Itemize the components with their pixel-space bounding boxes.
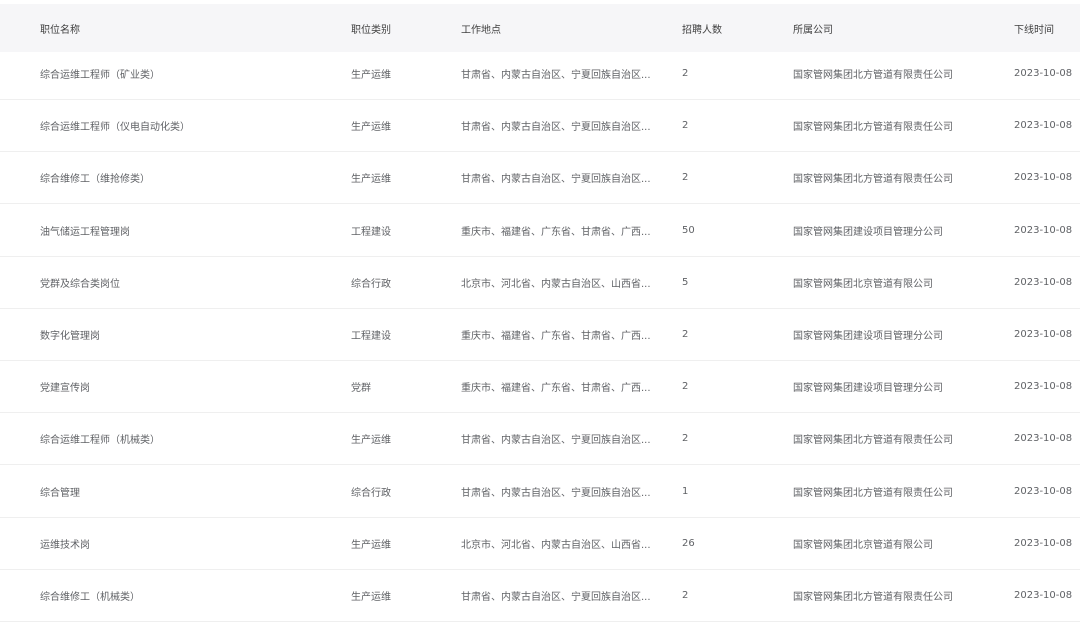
- header-headcount: 招聘人数: [682, 24, 722, 36]
- header-company: 所属公司: [793, 24, 833, 36]
- work-location-cell: 北京市、河北省、内蒙古自治区、山西省...: [461, 539, 651, 551]
- work-location-cell: 甘肃省、内蒙古自治区、宁夏回族自治区...: [461, 70, 651, 81]
- job-category-cell: 工程建设: [351, 226, 391, 238]
- offline-time-cell: 2023-10-08: [1014, 329, 1073, 340]
- headcount-cell: 2: [682, 590, 689, 601]
- headcount-cell: 2: [682, 433, 689, 445]
- header-job-name: 职位名称: [40, 24, 80, 36]
- company-cell: 国家管网集团北方管道有限责任公司: [793, 487, 953, 499]
- job-category-cell: 综合行政: [351, 487, 391, 499]
- table-row[interactable]: 综合运维工程师（机械类） 生产运维 甘肃省、内蒙古自治区、宁夏回族自治区... 2 国家…: [0, 413, 1080, 466]
- job-name-cell[interactable]: 综合管理: [40, 466, 330, 517]
- offline-time-cell: 2023-10-08: [1014, 172, 1073, 184]
- work-location-cell: 甘肃省、内蒙古自治区、宁夏回族自治区...: [461, 592, 651, 603]
- company-cell: 国家管网集团北方管道有限责任公司: [793, 70, 953, 81]
- table-row[interactable]: 综合维修工（维抢修类） 生产运维 甘肃省、内蒙古自治区、宁夏回族自治区... 2 国家管…: [0, 152, 1080, 205]
- company-cell: 国家管网集团北方管道有限责任公司: [793, 122, 953, 134]
- table-row[interactable]: 综合管理 综合行政 甘肃省、内蒙古自治区、宁夏回族自治区... 1 国家管网集团北方管道…: [0, 466, 1080, 518]
- table-row[interactable]: 运维技术岗 生产运维 北京市、河北省、内蒙古自治区、山西省... 26 国家管网集团北京…: [0, 518, 1080, 570]
- job-category-cell: 党群: [351, 383, 371, 395]
- work-location-cell: 甘肃省、内蒙古自治区、宁夏回族自治区...: [461, 487, 651, 499]
- table-row[interactable]: 党建宣传岗 党群 重庆市、福建省、广东省、甘肃省、广西... 2 国家管网集团建设项目管…: [0, 361, 1080, 414]
- job-name-cell[interactable]: 综合运维工程师（仪电自动化类）: [40, 100, 330, 151]
- headcount-cell: 2: [682, 68, 689, 79]
- job-table: 职位名称 职位类别 工作地点 招聘人数 所属公司 下线时间 综合运维工程师（矿业…: [0, 0, 1080, 622]
- job-category-cell: 生产运维: [351, 435, 391, 447]
- offline-time-cell: 2023-10-08: [1014, 120, 1073, 132]
- offline-time-cell: 2023-10-08: [1014, 68, 1073, 79]
- job-name-cell[interactable]: 党群及综合类岗位: [40, 257, 330, 308]
- header-work-location: 工作地点: [461, 24, 501, 36]
- table-row[interactable]: 党群及综合类岗位 综合行政 北京市、河北省、内蒙古自治区、山西省... 5 国家管网集团…: [0, 257, 1080, 309]
- headcount-cell: 2: [682, 172, 689, 184]
- work-location-cell: 重庆市、福建省、广东省、甘肃省、广西...: [461, 331, 651, 342]
- company-cell: 国家管网集团北方管道有限责任公司: [793, 174, 953, 186]
- header-offline-time: 下线时间: [1014, 24, 1054, 36]
- work-location-cell: 重庆市、福建省、广东省、甘肃省、广西...: [461, 383, 651, 395]
- headcount-cell: 50: [682, 224, 695, 236]
- offline-time-cell: 2023-10-08: [1014, 381, 1073, 393]
- company-cell: 国家管网集团北京管道有限公司: [793, 278, 933, 290]
- company-cell: 国家管网集团北京管道有限公司: [793, 539, 933, 551]
- headcount-cell: 2: [682, 329, 689, 340]
- offline-time-cell: 2023-10-08: [1014, 276, 1073, 288]
- job-category-cell: 综合行政: [351, 278, 391, 290]
- company-cell: 国家管网集团建设项目管理分公司: [793, 383, 943, 395]
- work-location-cell: 北京市、河北省、内蒙古自治区、山西省...: [461, 278, 651, 290]
- job-name-cell[interactable]: 党建宣传岗: [40, 361, 330, 412]
- offline-time-cell: 2023-10-08: [1014, 433, 1073, 445]
- work-location-cell: 甘肃省、内蒙古自治区、宁夏回族自治区...: [461, 174, 651, 186]
- offline-time-cell: 2023-10-08: [1014, 590, 1073, 601]
- table-row[interactable]: 数字化管理岗 工程建设 重庆市、福建省、广东省、甘肃省、广西... 2 国家管网集团建设…: [0, 309, 1080, 361]
- work-location-cell: 重庆市、福建省、广东省、甘肃省、广西...: [461, 226, 651, 238]
- job-name-cell[interactable]: 综合运维工程师（机械类）: [40, 413, 330, 464]
- table-row[interactable]: 综合运维工程师（仪电自动化类） 生产运维 甘肃省、内蒙古自治区、宁夏回族自治区...…: [0, 100, 1080, 153]
- headcount-cell: 2: [682, 120, 689, 132]
- offline-time-cell: 2023-10-08: [1014, 537, 1073, 549]
- company-cell: 国家管网集团建设项目管理分公司: [793, 331, 943, 342]
- headcount-cell: 2: [682, 381, 689, 393]
- work-location-cell: 甘肃省、内蒙古自治区、宁夏回族自治区...: [461, 435, 651, 447]
- headcount-cell: 1: [682, 485, 689, 497]
- offline-time-cell: 2023-10-08: [1014, 485, 1073, 497]
- company-cell: 国家管网集团建设项目管理分公司: [793, 226, 943, 238]
- job-category-cell: 工程建设: [351, 331, 391, 342]
- headcount-cell: 5: [682, 276, 689, 288]
- job-category-cell: 生产运维: [351, 70, 391, 81]
- job-name-cell[interactable]: 数字化管理岗: [40, 309, 330, 360]
- job-name-cell[interactable]: 综合维修工（机械类）: [40, 570, 330, 621]
- work-location-cell: 甘肃省、内蒙古自治区、宁夏回族自治区...: [461, 122, 651, 134]
- table-row[interactable]: 油气储运工程管理岗 工程建设 重庆市、福建省、广东省、甘肃省、广西... 50 国家管网…: [0, 205, 1080, 257]
- headcount-cell: 26: [682, 537, 695, 549]
- job-category-cell: 生产运维: [351, 592, 391, 603]
- table-header: 职位名称 职位类别 工作地点 招聘人数 所属公司 下线时间: [0, 4, 1080, 52]
- job-name-cell[interactable]: 综合维修工（维抢修类）: [40, 152, 330, 203]
- job-name-cell[interactable]: 油气储运工程管理岗: [40, 205, 330, 256]
- table-row[interactable]: 综合运维工程师（矿业类） 生产运维 甘肃省、内蒙古自治区、宁夏回族自治区... 2 国家…: [0, 48, 1080, 100]
- job-category-cell: 生产运维: [351, 539, 391, 551]
- job-name-cell[interactable]: 运维技术岗: [40, 518, 330, 569]
- offline-time-cell: 2023-10-08: [1014, 224, 1073, 236]
- company-cell: 国家管网集团北方管道有限责任公司: [793, 592, 953, 603]
- job-name-cell[interactable]: 综合运维工程师（矿业类）: [40, 48, 330, 99]
- company-cell: 国家管网集团北方管道有限责任公司: [793, 435, 953, 447]
- table-row[interactable]: 综合维修工（机械类） 生产运维 甘肃省、内蒙古自治区、宁夏回族自治区... 2 国家管网…: [0, 570, 1080, 622]
- job-category-cell: 生产运维: [351, 122, 391, 134]
- job-category-cell: 生产运维: [351, 174, 391, 186]
- header-job-category: 职位类别: [351, 24, 391, 36]
